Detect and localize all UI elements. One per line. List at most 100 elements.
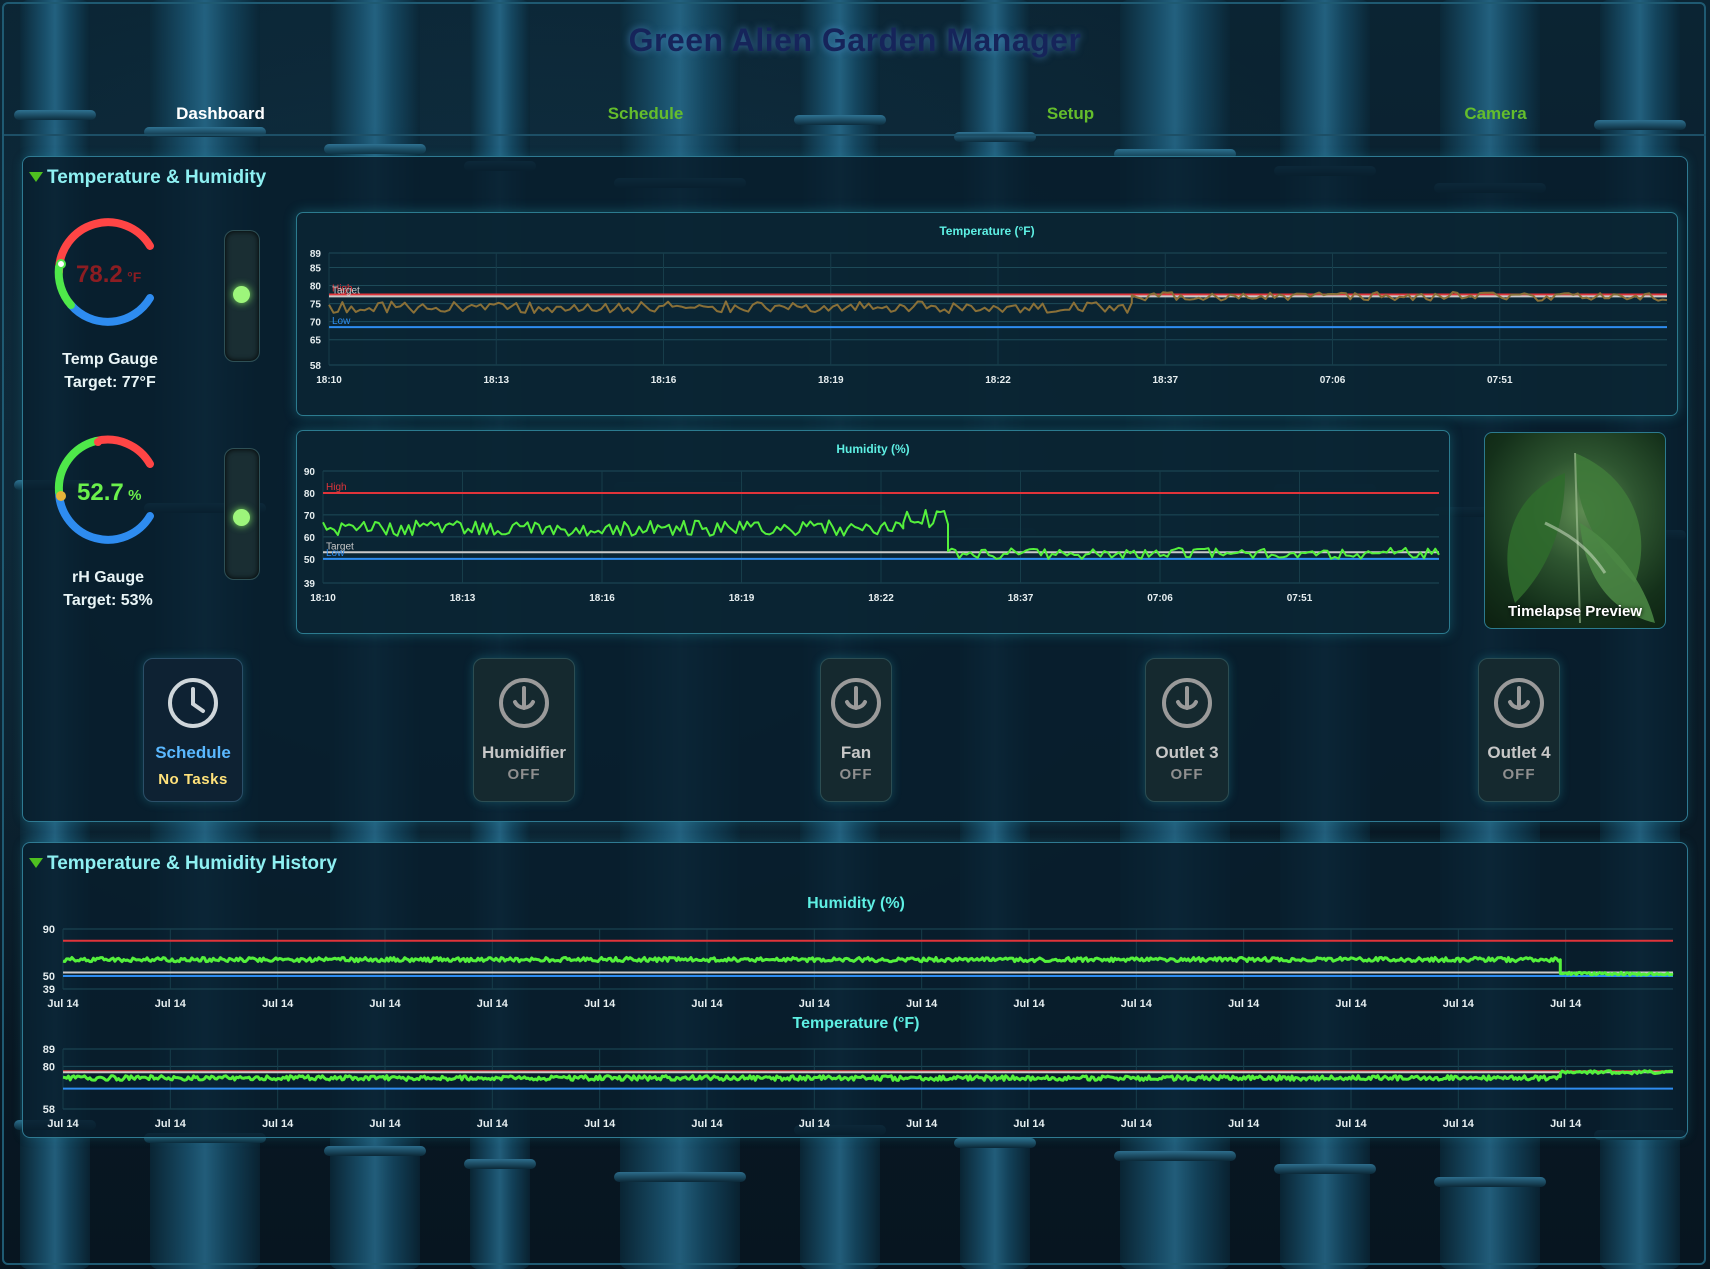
y-tick-label: 80 bbox=[310, 282, 322, 293]
timelapse-preview-label: Timelapse Preview bbox=[1508, 603, 1642, 620]
x-tick-label: Jul 14 bbox=[906, 998, 938, 1010]
rh-gauge-unit: % bbox=[128, 487, 142, 504]
app-title: Green Alien Garden Manager bbox=[628, 22, 1082, 58]
threshold-label-low: Low bbox=[332, 316, 351, 327]
temp-gauge-low-arc bbox=[67, 294, 154, 326]
tab-setup[interactable]: Setup bbox=[858, 104, 1283, 124]
x-tick-label: Jul 14 bbox=[1550, 1118, 1582, 1130]
x-tick-label: Jul 14 bbox=[691, 1118, 723, 1130]
power-icon bbox=[1494, 678, 1544, 728]
tab-dashboard[interactable]: Dashboard bbox=[8, 104, 433, 124]
rh-gauge-marker bbox=[56, 491, 66, 501]
x-tick-label: Jul 14 bbox=[906, 1118, 938, 1130]
x-tick-label: Jul 14 bbox=[1335, 998, 1367, 1010]
rh-gauge-target-marker bbox=[94, 438, 102, 446]
x-tick-label: 18:13 bbox=[483, 375, 509, 386]
x-tick-label: 18:16 bbox=[589, 593, 615, 604]
x-tick-label: Jul 14 bbox=[1121, 1118, 1153, 1130]
x-tick-label: Jul 14 bbox=[1228, 1118, 1260, 1130]
temp-gauge-caption: Temp Gauge Target: 77°F bbox=[10, 348, 210, 394]
humidifier-button[interactable]: Humidifier OFF bbox=[473, 658, 575, 802]
panel-title[interactable]: Temperature & Humidity bbox=[47, 167, 266, 189]
threshold-label-target: Target bbox=[332, 285, 360, 296]
x-tick-label: 18:19 bbox=[729, 593, 755, 604]
app-header: Green Alien Garden Manager Dashboard Sch… bbox=[0, 0, 1710, 136]
x-tick-label: 07:06 bbox=[1147, 593, 1173, 604]
x-tick-label: Jul 14 bbox=[584, 998, 616, 1010]
tab-schedule[interactable]: Schedule bbox=[433, 104, 858, 124]
plant-leaf-image bbox=[1507, 452, 1655, 624]
fan-button[interactable]: Fan OFF bbox=[820, 658, 892, 802]
rh-toggle[interactable] bbox=[224, 448, 260, 580]
history-panel-title[interactable]: Temperature & Humidity History bbox=[47, 853, 337, 875]
x-tick-label: 18:22 bbox=[985, 375, 1011, 386]
y-tick-label: 75 bbox=[310, 300, 322, 311]
timelapse-preview[interactable]: Timelapse Preview bbox=[1484, 432, 1666, 629]
outlet-4-label: Outlet 4 bbox=[1487, 743, 1551, 762]
rh-toggle-indicator bbox=[233, 509, 250, 526]
temp-gauge-ok-arc bbox=[54, 263, 75, 309]
y-tick-label: 50 bbox=[304, 555, 316, 566]
y-tick-label: 50 bbox=[43, 971, 55, 983]
history-panel: Temperature & Humidity History Humidity … bbox=[22, 842, 1688, 1138]
schedule-button[interactable]: Schedule No Tasks bbox=[143, 658, 243, 802]
humidity-live-chart-svg: Humidity (%) 39 50 60 70 80 90 18:10 18:13 18:16 1… bbox=[304, 442, 1440, 604]
x-tick-label: 18:10 bbox=[316, 375, 342, 386]
temperature-history-title: Temperature (°F) bbox=[792, 1015, 920, 1032]
x-tick-label: Jul 14 bbox=[799, 1118, 831, 1130]
x-tick-label: Jul 14 bbox=[1013, 998, 1045, 1010]
x-tick-label: 07:51 bbox=[1287, 593, 1313, 604]
humidifier-label: Humidifier bbox=[481, 743, 567, 762]
bamboo-node bbox=[464, 1159, 536, 1169]
y-tick-label: 80 bbox=[43, 1061, 55, 1073]
chart-title: Temperature (°F) bbox=[939, 224, 1034, 238]
temp-gauge-label: Temp Gauge bbox=[62, 351, 158, 368]
x-tick-label: Jul 14 bbox=[1550, 998, 1582, 1010]
x-tick-label: 07:06 bbox=[1320, 375, 1346, 386]
x-tick-label: Jul 14 bbox=[1013, 1118, 1045, 1130]
y-tick-label: 90 bbox=[43, 924, 55, 936]
chart-title: Humidity (%) bbox=[836, 442, 909, 456]
collapse-caret-icon[interactable] bbox=[29, 172, 43, 182]
tab-camera[interactable]: Camera bbox=[1283, 104, 1708, 124]
x-tick-label: 18:13 bbox=[450, 593, 476, 604]
y-tick-label: 90 bbox=[304, 467, 316, 478]
bamboo-node bbox=[1114, 1151, 1236, 1161]
y-tick-label: 80 bbox=[304, 489, 316, 500]
temp-toggle[interactable] bbox=[224, 230, 260, 362]
x-tick-label: Jul 14 bbox=[47, 1118, 79, 1130]
y-tick-label: 58 bbox=[310, 361, 322, 372]
x-tick-label: 18:37 bbox=[1152, 375, 1178, 386]
x-tick-label: Jul 14 bbox=[799, 998, 831, 1010]
outlet-3-label: Outlet 3 bbox=[1155, 743, 1219, 762]
threshold-label-low: Low bbox=[326, 548, 345, 559]
y-tick-label: 89 bbox=[310, 249, 322, 260]
x-tick-label: Jul 14 bbox=[155, 998, 187, 1010]
outlet-4-button[interactable]: Outlet 4 OFF bbox=[1478, 658, 1560, 802]
x-tick-label: Jul 14 bbox=[477, 1118, 509, 1130]
x-tick-label: Jul 14 bbox=[1121, 998, 1153, 1010]
rh-gauge-target: Target: 53% bbox=[63, 592, 153, 609]
x-tick-label: 18:16 bbox=[651, 375, 677, 386]
x-tick-label: Jul 14 bbox=[477, 998, 509, 1010]
y-tick-label: 65 bbox=[310, 336, 322, 347]
outlet-3-status: OFF bbox=[1170, 766, 1204, 783]
bamboo-node bbox=[1434, 1177, 1546, 1187]
temp-gauge-marker bbox=[56, 259, 66, 269]
x-tick-label: Jul 14 bbox=[691, 998, 723, 1010]
temp-toggle-indicator bbox=[233, 286, 250, 303]
outlet-4-status: OFF bbox=[1502, 766, 1536, 783]
power-icon bbox=[1162, 678, 1212, 728]
bamboo-node bbox=[614, 1172, 746, 1182]
temp-gauge-value: 78.2 bbox=[76, 261, 123, 288]
temperature-live-chart: Temperature (°F) 58 65 70 75 80 85 89 18:10 18:13… bbox=[296, 212, 1678, 416]
collapse-caret-icon[interactable] bbox=[29, 858, 43, 868]
temperature-history-chart: 58 80 89 Jul 14 Jul 14 Jul 14 Jul 14 Jul 14 Jul … bbox=[43, 1044, 1674, 1130]
outlet-3-button[interactable]: Outlet 3 OFF bbox=[1145, 658, 1229, 802]
x-tick-label: Jul 14 bbox=[369, 1118, 401, 1130]
x-tick-label: 07:51 bbox=[1487, 375, 1513, 386]
threshold-label-high: High bbox=[326, 482, 347, 493]
temp-gauge-unit: °F bbox=[127, 269, 142, 285]
humidity-history-chart: 3950 90 Jul 14 Jul 14 Jul 14 Jul 14 Jul 14 Jul … bbox=[43, 924, 1674, 1010]
humidity-live-chart: Humidity (%) 39 50 60 70 80 90 18:10 18:13 18:16 1… bbox=[296, 430, 1450, 634]
